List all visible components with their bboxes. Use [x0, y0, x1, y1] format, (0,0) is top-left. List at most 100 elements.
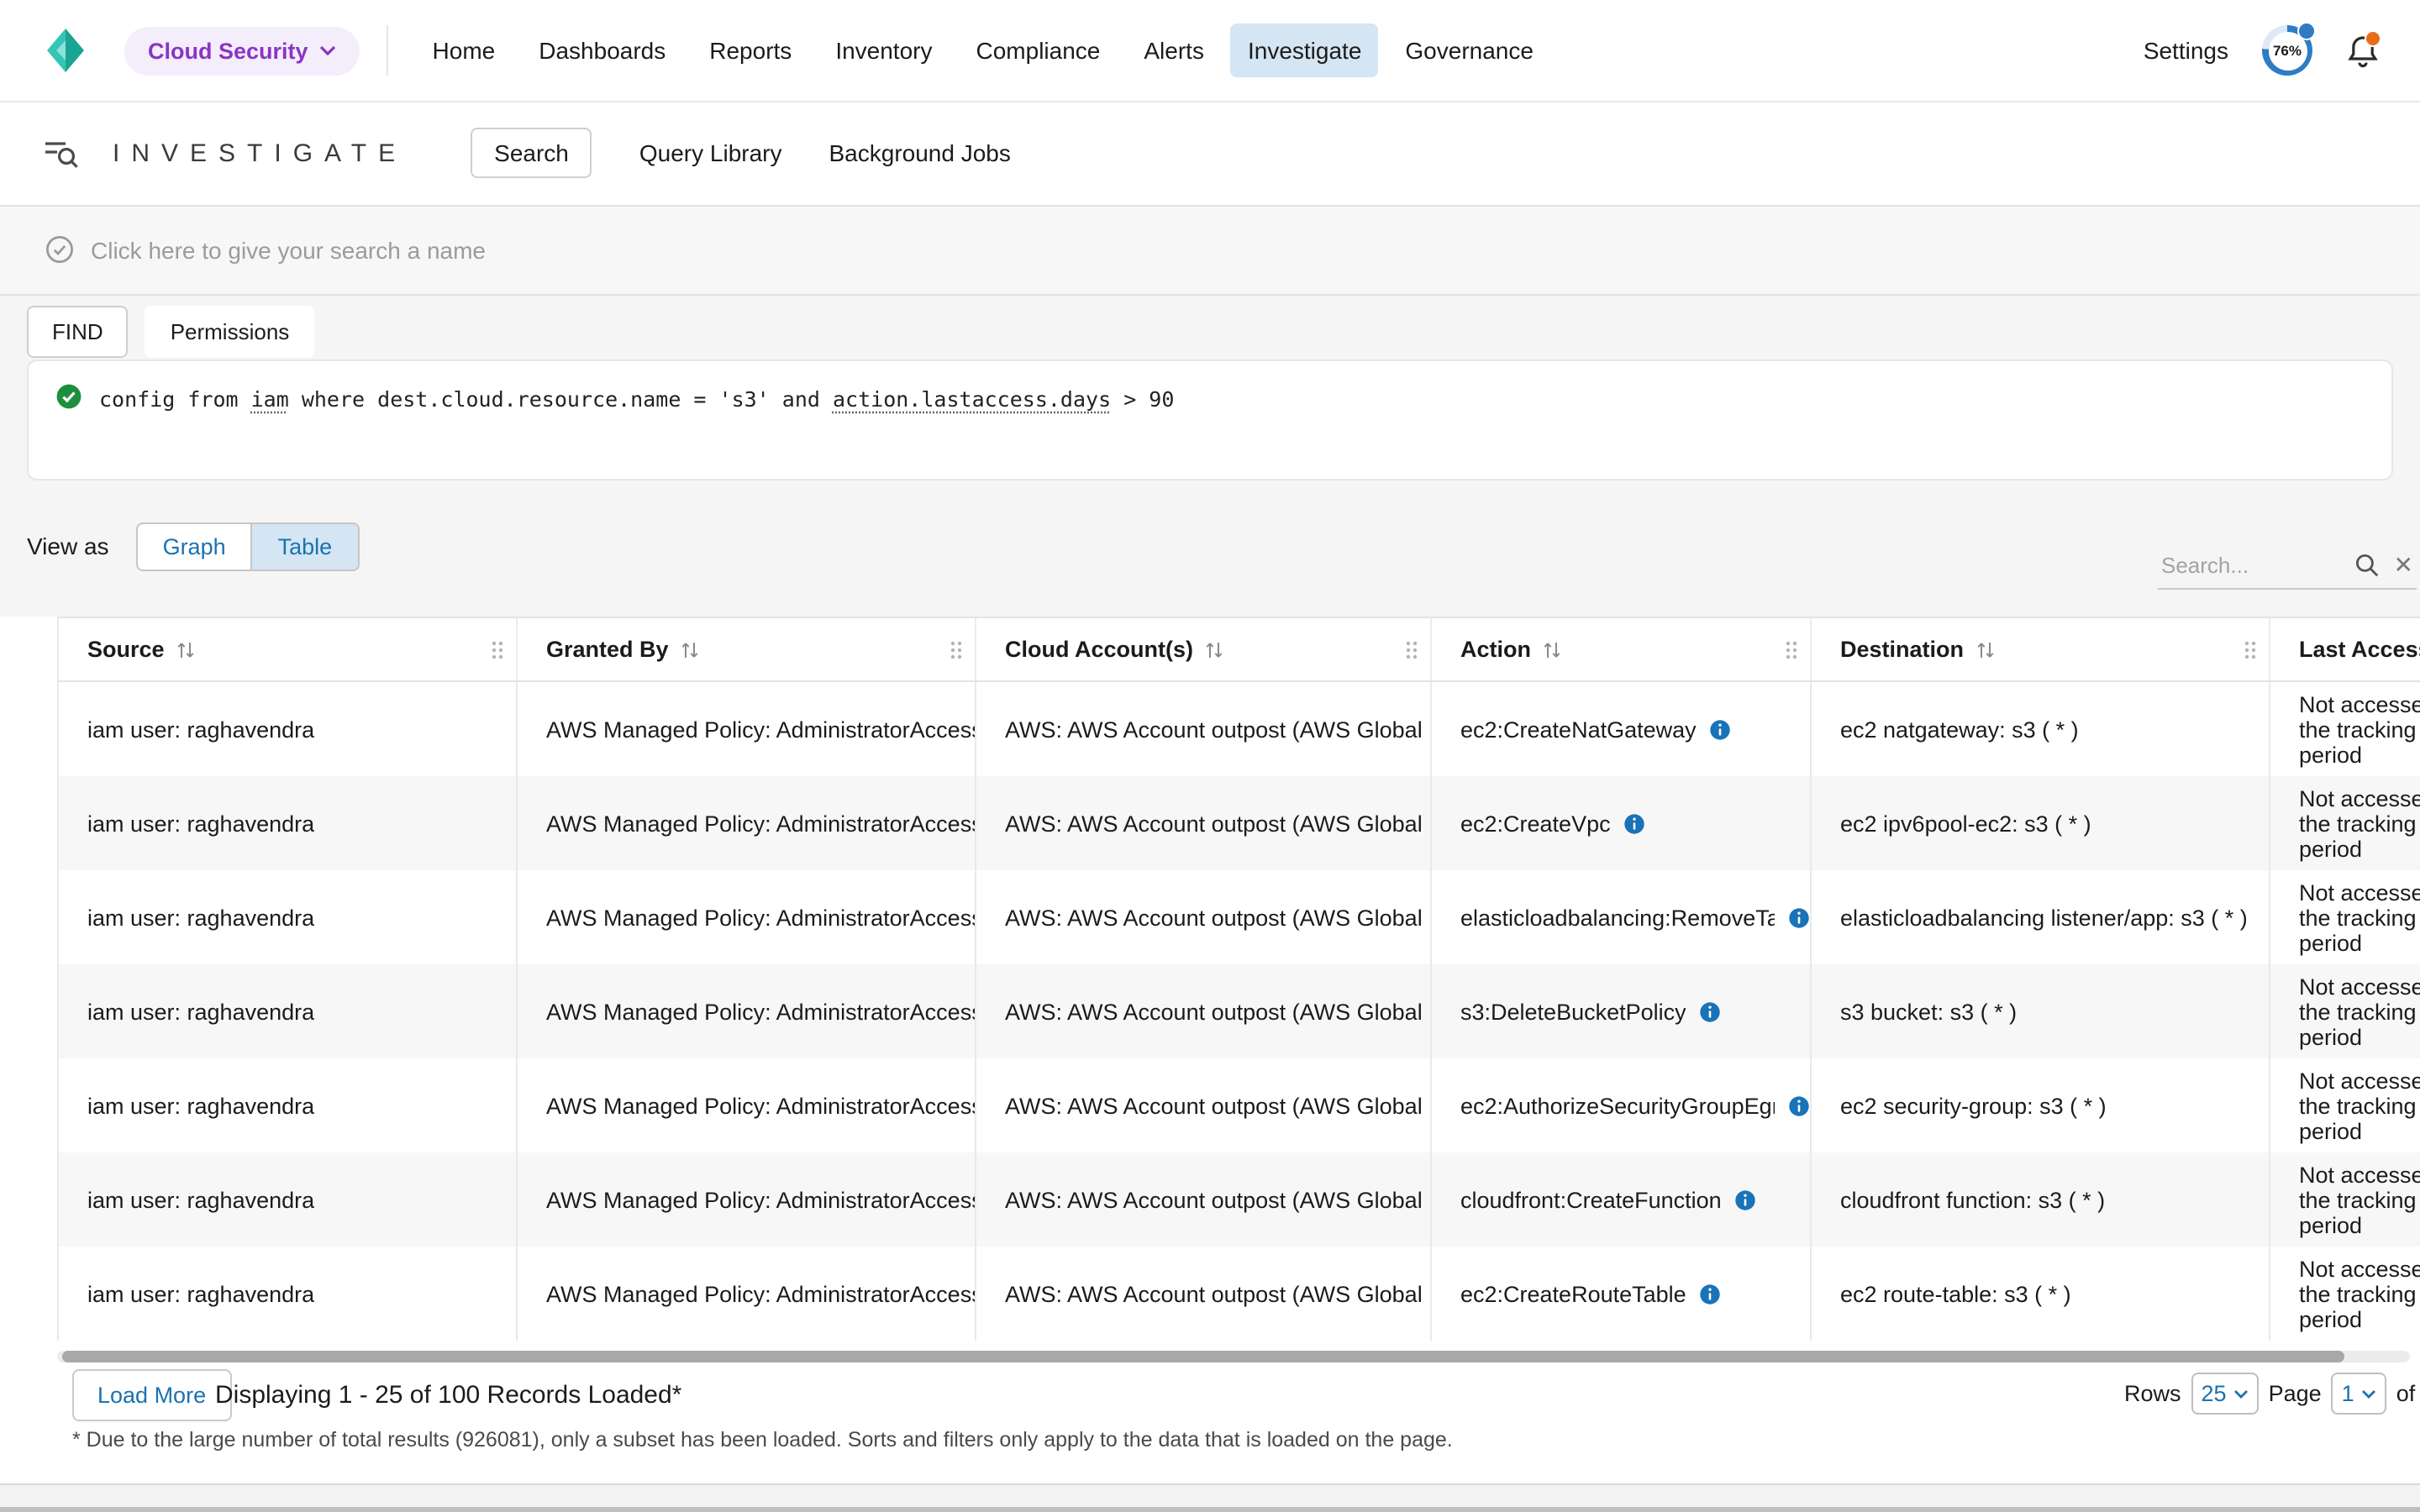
tab-permissions[interactable]: Permissions [145, 306, 315, 358]
h-scrollbar[interactable] [57, 1351, 2410, 1362]
app-window: Cloud Security Home Dashboards Reports I… [0, 0, 2420, 1512]
h-scrollbar-thumb[interactable] [62, 1351, 2344, 1362]
tab-search[interactable]: Search [471, 128, 592, 178]
cell-text: iam user: raghavendra [87, 1187, 314, 1212]
results-footnote: * Due to the large number of total resul… [72, 1428, 1453, 1452]
nav-item-home[interactable]: Home [416, 24, 513, 77]
cell-last-access: Not accessed in the tracking period [2270, 776, 2420, 870]
rows-per-page-select[interactable]: 25 [2191, 1373, 2259, 1415]
cell-source: iam user: raghavendra [59, 1058, 518, 1152]
app-logo[interactable] [40, 25, 91, 76]
view-as-row: View as Graph Table [27, 521, 359, 571]
column-header-source[interactable]: Source [59, 618, 518, 680]
column-header-cloud-accounts[interactable]: Cloud Account(s) [976, 618, 1432, 680]
pagination-controls: Rows 25 Page 1 of [2124, 1373, 2415, 1415]
usage-badge[interactable]: 76% [2262, 25, 2312, 76]
cell-text: AWS: AWS Account outpost (AWS Global → A… [1005, 1281, 1430, 1306]
column-header-last-access[interactable]: Last Access [2270, 618, 2420, 680]
nav-item-alerts[interactable]: Alerts [1127, 24, 1221, 77]
query-token-underlined: action.lastaccess.days [833, 386, 1111, 412]
column-header-destination[interactable]: Destination [1812, 618, 2270, 680]
search-name-field[interactable]: Click here to give your search a name [0, 205, 2420, 296]
sort-icon[interactable] [176, 639, 195, 659]
cell-last-access: Not accessed in the tracking period [2270, 1152, 2420, 1247]
edit-search-name-icon [45, 235, 74, 264]
navbar-right: Settings 76% [2144, 25, 2380, 76]
notifications-button[interactable] [2346, 33, 2380, 68]
column-header-action[interactable]: Action [1432, 618, 1812, 680]
page-number-select[interactable]: 1 [2332, 1373, 2386, 1415]
column-drag-handle[interactable] [1405, 638, 1418, 660]
cell-last-access: Not accessed in the tracking period [2270, 682, 2420, 776]
column-title: Destination [1840, 637, 1964, 662]
view-as-table-button[interactable]: Table [251, 523, 358, 569]
cell-granted-by: AWS Managed Policy: AdministratorAccess [518, 1247, 976, 1341]
sort-icon[interactable] [1543, 639, 1561, 659]
settings-link[interactable]: Settings [2144, 37, 2228, 64]
cell-text: ec2 route-table: s3 ( * ) [1840, 1281, 2071, 1306]
nav-item-compliance[interactable]: Compliance [960, 24, 1118, 77]
product-switcher[interactable]: Cloud Security [124, 26, 360, 75]
info-icon[interactable] [1624, 812, 1646, 834]
table-search-input[interactable] [2158, 550, 2355, 579]
nav-item-inventory[interactable]: Inventory [818, 24, 949, 77]
column-drag-handle[interactable] [950, 638, 963, 660]
usage-dot [2297, 22, 2316, 40]
info-icon[interactable] [1735, 1189, 1757, 1210]
cell-destination: s3 bucket: s3 ( * ) [1812, 964, 2270, 1058]
rows-per-page-value: 25 [2202, 1381, 2227, 1406]
nav-item-investigate[interactable]: Investigate [1231, 24, 1378, 77]
results-section: Source Granted ByCloud Account(s)Action De… [0, 617, 2420, 1485]
info-icon[interactable] [1788, 1095, 1810, 1116]
table-search: ✕ [2158, 541, 2417, 590]
nav-item-dashboards[interactable]: Dashboards [522, 24, 682, 77]
sort-icon[interactable] [1205, 639, 1223, 659]
cell-text: Not accessed in the tracking period [2299, 785, 2420, 861]
search-name-placeholder: Click here to give your search a name [91, 236, 486, 263]
column-header-granted-by[interactable]: Granted By [518, 618, 976, 680]
cell-action: cloudfront:CreateFunction [1432, 1152, 1812, 1247]
cell-action: elasticloadbalancing:RemoveTags [1432, 870, 1812, 964]
query-token: where dest.cloud.resource.name = 's3' an… [289, 386, 833, 412]
query-token: > 90 [1111, 386, 1174, 412]
tab-background-jobs[interactable]: Background Jobs [829, 139, 1011, 166]
query-editor[interactable]: config from iam where dest.cloud.resourc… [27, 360, 2393, 480]
cell-text: iam user: raghavendra [87, 811, 314, 836]
column-title: Last Access [2299, 637, 2420, 662]
table-row: iam user: raghavendraAWS Managed Policy:… [59, 870, 2420, 964]
sort-icon[interactable] [681, 639, 699, 659]
column-drag-handle[interactable] [1785, 638, 1798, 660]
cell-source: iam user: raghavendra [59, 1152, 518, 1247]
search-icon[interactable] [2355, 552, 2381, 577]
cell-text: ec2:CreateVpc [1460, 811, 1611, 836]
table-header: Source Granted ByCloud Account(s)Action De… [59, 617, 2420, 682]
cell-text: ec2:AuthorizeSecurityGroupEgress [1460, 1093, 1775, 1118]
rows-label: Rows [2124, 1381, 2181, 1406]
table-row: iam user: raghavendra AWS Managed Policy:… [59, 1152, 2420, 1247]
tab-query-library[interactable]: Query Library [639, 139, 782, 166]
nav-item-reports[interactable]: Reports [692, 24, 808, 77]
info-icon[interactable] [1710, 718, 1732, 740]
top-navbar: Cloud Security Home Dashboards Reports I… [0, 0, 2420, 102]
cell-text: Not accessed in the tracking period [2299, 1256, 2420, 1331]
bottom-strip [0, 1485, 2420, 1512]
cell-source: iam user: raghavendra [59, 1247, 518, 1341]
tab-find[interactable]: FIND [27, 306, 129, 358]
nav-item-governance[interactable]: Governance [1388, 24, 1550, 77]
clear-search-icon[interactable]: ✕ [2391, 550, 2417, 579]
load-more-button[interactable]: Load More [72, 1369, 231, 1421]
column-drag-handle[interactable] [2244, 638, 2257, 660]
column-title: Source [87, 637, 165, 662]
column-drag-handle[interactable] [491, 638, 504, 660]
query-valid-icon [55, 383, 82, 410]
cell-text: AWS: AWS Account outpost (AWS Global → A… [1005, 811, 1430, 836]
info-icon[interactable] [1700, 1283, 1722, 1305]
view-as-graph-button[interactable]: Graph [138, 523, 251, 569]
table-footer: Load More Displaying 1 - 25 of 100 Recor… [0, 1369, 2420, 1420]
cell-text: s3:DeleteBucketPolicy [1460, 999, 1686, 1024]
info-icon[interactable] [1788, 906, 1810, 928]
info-icon[interactable] [1700, 1000, 1722, 1022]
sort-icon[interactable] [1975, 639, 1994, 659]
cell-text: AWS Managed Policy: AdministratorAccess [546, 1187, 975, 1212]
cell-granted-by: AWS Managed Policy: AdministratorAccess [518, 964, 976, 1058]
